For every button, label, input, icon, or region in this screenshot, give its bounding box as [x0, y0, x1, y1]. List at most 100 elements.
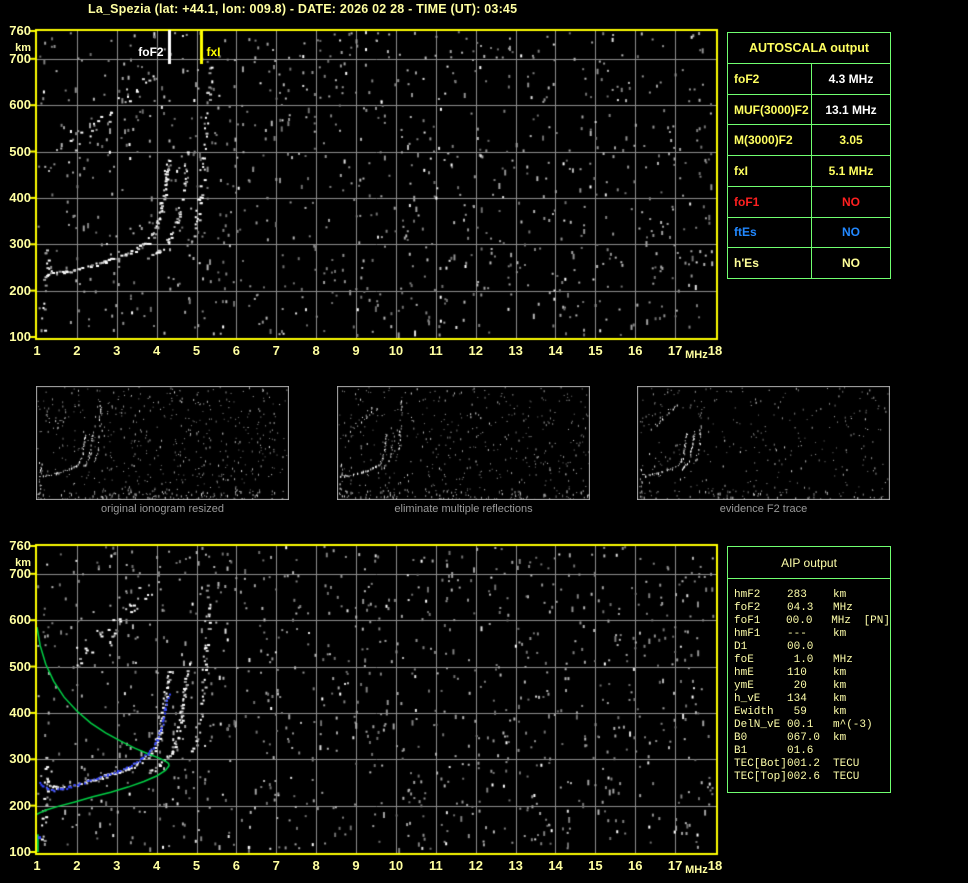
- thumbnail-canvas-2: [637, 386, 890, 500]
- x-tick-label: 16: [628, 858, 643, 873]
- x-tick-label: 10: [388, 858, 404, 873]
- x-tick-label: 14: [548, 858, 563, 873]
- aip-row-label: hmE: [734, 667, 754, 679]
- autoscala-row-value: 3.05: [839, 133, 863, 148]
- aip-row: Ewidth 59 km: [734, 706, 890, 719]
- aip-row: hmE 110 km: [734, 667, 890, 680]
- x-tick-label: 6: [232, 343, 241, 358]
- thumbnail-panel: [637, 386, 890, 500]
- aip-row-extra: [866, 641, 890, 654]
- x-tick-label: 17: [667, 343, 683, 358]
- aip-row-label: TEC[Top]: [734, 771, 787, 783]
- x-tick-label: 7: [272, 343, 280, 358]
- x-tick-label: 5: [192, 343, 201, 358]
- aip-table-title: AIP output: [728, 547, 890, 579]
- y-tick-label: 500: [9, 143, 31, 159]
- aip-row-value: 283: [787, 589, 807, 601]
- aip-row-extra: [866, 667, 890, 680]
- aip-output-table: AIP output hmF2 283 km foF2 04.3 MHz foF1 00.0 M…: [727, 546, 891, 793]
- aip-row-label: hmF2: [734, 589, 761, 601]
- autoscala-row-value: 4.3 MHz: [828, 71, 874, 86]
- aip-row-unit: km: [833, 706, 847, 718]
- aip-row-extra: [866, 654, 890, 667]
- aip-row-unit: km: [833, 628, 847, 640]
- y-tick-label: 100: [9, 844, 31, 859]
- autoscala-row-label: h'Es: [728, 248, 812, 279]
- y-axis-unit-label: km: [15, 42, 31, 54]
- x-tick-label: 15: [588, 343, 603, 358]
- aip-row: hmF1 --- km: [734, 628, 890, 641]
- y-tick-label: 500: [9, 658, 31, 674]
- x-tick-label: 9: [352, 343, 360, 358]
- aip-row-label: Ewidth: [734, 706, 774, 718]
- autoscala-row-value: 13.1 MHz: [825, 102, 877, 117]
- autoscala-row: MUF(3000)F2 13.1 MHz: [728, 94, 890, 126]
- aip-row-value: 04.3: [787, 602, 814, 614]
- aip-row-label: TEC[Bot]: [734, 758, 787, 770]
- aip-row: h_vE 134 km: [734, 693, 890, 706]
- autoscala-row: fxI 5.1 MHz: [728, 156, 890, 187]
- aip-row-unit: km: [833, 589, 847, 601]
- autoscala-row: ftEs NO: [728, 217, 890, 249]
- aip-row-unit: km: [833, 693, 847, 705]
- aip-row-unit: TECU: [833, 758, 860, 770]
- autoscala-row-value: NO: [842, 194, 860, 209]
- aip-row-value: 002.6: [787, 771, 821, 783]
- x-tick-label: 14: [548, 343, 563, 358]
- aip-row-label: foF1: [734, 615, 761, 627]
- aip-row: D1 00.0: [734, 641, 890, 654]
- y-tick-label: 760: [9, 23, 31, 38]
- aip-row-extra: [866, 745, 890, 758]
- aip-row-extra: [866, 680, 890, 693]
- x-tick-label: 6: [232, 858, 241, 873]
- aip-row-value: 001.2: [787, 758, 821, 770]
- x-tick-label: 1: [33, 858, 41, 873]
- aip-row: foF2 04.3 MHz: [734, 602, 890, 615]
- aip-row: foF1 00.0 MHz [PN]: [734, 615, 890, 628]
- aip-row: hmF2 283 km: [734, 589, 890, 602]
- thumbnail-panel: [36, 386, 289, 500]
- aip-row-value: 20: [787, 680, 807, 692]
- aip-table-body: hmF2 283 km foF2 04.3 MHz foF1 00.0 MHz [PN] hmF1 -…: [728, 579, 890, 784]
- aip-row-label: B0: [734, 732, 748, 744]
- autoscala-table-body: foF2 4.3 MHz MUF(3000)F2 13.1 MHz M(3000)F2 3…: [728, 64, 890, 279]
- aip-row-extra: [866, 719, 890, 732]
- aip-row-extra: [866, 732, 890, 745]
- autoscala-row-value: NO: [842, 256, 860, 271]
- aip-row-value: 134: [787, 693, 807, 705]
- aip-row: B1 01.6: [734, 745, 890, 758]
- aip-row-value: 59: [787, 706, 807, 718]
- autoscala-window: La_Spezia (lat: +44.1, lon: 009.8) - DAT…: [0, 0, 968, 883]
- aip-row-unit: [833, 641, 866, 654]
- aip-row-extra: [866, 693, 890, 706]
- autoscala-row-label: foF1: [728, 186, 812, 217]
- aip-row-value: 01.6: [787, 745, 814, 757]
- y-tick-label: 200: [9, 282, 31, 298]
- autoscala-row: foF2 4.3 MHz: [728, 64, 890, 95]
- autoscala-output-table: AUTOSCALA output foF2 4.3 MHz MUF(3000)F2 1…: [727, 32, 891, 279]
- x-axis-unit-label: MHz: [685, 349, 708, 361]
- aip-row-label: B1: [734, 745, 748, 757]
- autoscala-row-value: 5.1 MHz: [828, 164, 874, 179]
- aip-row-label: D1: [734, 641, 748, 653]
- aip-row-label: foE: [734, 654, 754, 666]
- y-axis-unit-label: km: [15, 557, 31, 569]
- aip-row-label: ymE: [734, 680, 754, 692]
- autoscala-row: foF1 NO: [728, 186, 890, 218]
- x-tick-label: 4: [153, 343, 161, 358]
- x-tick-label: 13: [508, 343, 523, 358]
- aip-row-unit: TECU: [833, 771, 860, 783]
- aip-row: TEC[Top] 002.6 TECU: [734, 771, 890, 784]
- x-tick-label: 7: [272, 858, 280, 873]
- aip-row-unit: km: [833, 680, 847, 692]
- y-tick-label: 600: [9, 97, 31, 113]
- aip-row-unit: [833, 745, 866, 758]
- y-tick-label: 200: [9, 797, 31, 813]
- y-tick-label: 300: [9, 236, 31, 252]
- thumbnail-caption: eliminate multiple reflections: [394, 503, 533, 515]
- station-date-title: La_Spezia (lat: +44.1, lon: 009.8) - DAT…: [88, 2, 518, 16]
- x-axis-unit-label: MHz: [685, 864, 708, 876]
- aip-row-label: DelN_vE: [734, 719, 781, 731]
- aip-row-extra: [866, 628, 890, 641]
- y-tick-label: 400: [9, 704, 31, 720]
